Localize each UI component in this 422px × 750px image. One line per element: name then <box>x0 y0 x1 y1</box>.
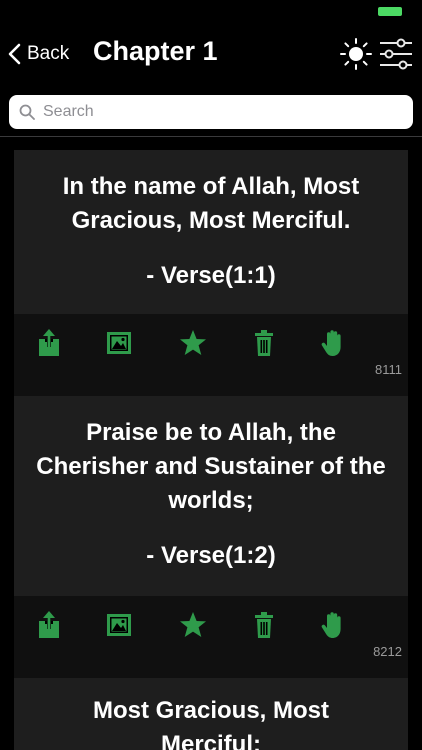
share-icon <box>34 610 64 640</box>
divider <box>0 136 422 137</box>
verse-text: In the name of Allah, Most Gracious, Mos… <box>62 173 360 234</box>
hand-icon <box>318 328 348 358</box>
page-title: Chapter 1 <box>93 36 218 66</box>
share-icon <box>34 328 64 358</box>
status-bar <box>0 0 422 22</box>
navigation-bar: Back Chapter 1 <box>0 24 422 84</box>
star-icon <box>178 610 208 640</box>
star-icon <box>178 328 208 358</box>
verse-text: Praise be to Allah, the Cherisher and Su… <box>36 419 386 514</box>
settings-button[interactable] <box>378 37 414 71</box>
image-button[interactable] <box>104 328 134 358</box>
verse-count: 8212 <box>373 644 402 659</box>
hand-icon <box>318 610 348 640</box>
favorite-button[interactable] <box>178 328 208 358</box>
back-label: Back <box>27 43 70 64</box>
back-button[interactable]: Back <box>8 38 69 70</box>
favorite-button[interactable] <box>178 610 208 640</box>
battery-icon <box>378 7 402 16</box>
verse-reference: - Verse(1:2) <box>146 542 276 569</box>
verse-card[interactable]: In the name of Allah, Most Gracious, Mos… <box>14 150 408 314</box>
verse-actions: 8111 <box>14 314 408 396</box>
hand-button[interactable] <box>318 610 348 640</box>
image-icon <box>104 328 134 358</box>
verse-card[interactable]: Most Gracious, Most Merciful; <box>14 678 408 750</box>
search-input[interactable] <box>43 95 403 129</box>
image-icon <box>104 610 134 640</box>
share-button[interactable] <box>34 328 64 358</box>
share-button[interactable] <box>34 610 64 640</box>
chevron-left-icon <box>8 43 21 65</box>
verse-actions: 8212 <box>14 596 408 678</box>
image-button[interactable] <box>104 610 134 640</box>
hand-button[interactable] <box>318 328 348 358</box>
search-icon <box>19 104 35 120</box>
verse-card[interactable]: Praise be to Allah, the Cherisher and Su… <box>14 396 408 596</box>
delete-button[interactable] <box>249 328 279 358</box>
trash-icon <box>249 328 279 358</box>
sliders-icon <box>380 38 412 70</box>
trash-icon <box>249 610 279 640</box>
verse-reference: - Verse(1:1) <box>146 262 276 289</box>
delete-button[interactable] <box>249 610 279 640</box>
search-bar <box>9 95 413 129</box>
verse-text: Most Gracious, Most Merciful; <box>92 697 330 750</box>
verse-count: 8111 <box>375 362 402 377</box>
sun-icon <box>340 38 372 70</box>
brightness-button[interactable] <box>339 37 373 71</box>
